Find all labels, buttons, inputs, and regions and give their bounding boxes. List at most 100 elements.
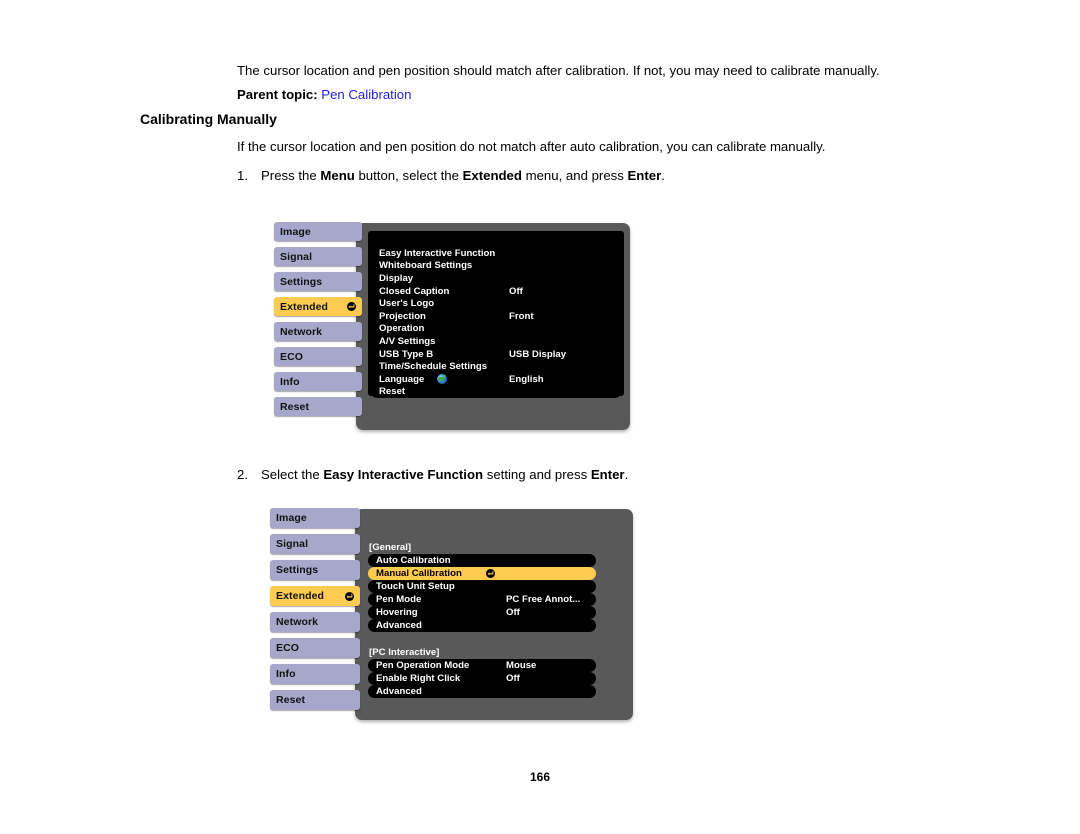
osd-row-whiteboard-settings[interactable]: Whiteboard Settings <box>371 259 621 273</box>
step-2: 2. Select the Easy Interactive Function … <box>140 466 930 484</box>
parent-topic-link[interactable]: Pen Calibration <box>321 87 411 102</box>
osd-tab-settings-2[interactable]: Settings <box>270 560 360 580</box>
step-1: 1. Press the Menu button, select the Ext… <box>140 167 930 185</box>
osd-row-label: USB Type B <box>379 348 434 360</box>
osd-row-hovering[interactable]: Hovering Off <box>368 606 596 619</box>
osd-row-language[interactable]: Language English <box>371 372 621 387</box>
osd-row-value: English <box>509 373 544 385</box>
osd-row-label: A/V Settings <box>379 335 436 347</box>
osd-row-label: Time/Schedule Settings <box>379 361 488 373</box>
osd-tab-label: Settings <box>280 275 323 288</box>
section-intro: If the cursor location and pen position … <box>237 138 826 154</box>
page-title: Calibrating Manually <box>140 110 277 127</box>
osd-row-display[interactable]: Display <box>371 272 621 285</box>
osd-tab-settings-1[interactable]: Settings <box>274 272 362 291</box>
osd-tab-network-1[interactable]: Network <box>274 322 362 341</box>
osd-row-closed-caption[interactable]: Closed Caption Off <box>371 284 621 298</box>
osd-row-label: Touch Unit Setup <box>376 581 455 592</box>
osd-row-value: PC Free Annot... <box>506 594 581 605</box>
osd-row-advanced-pc[interactable]: Advanced <box>368 685 596 698</box>
osd-row-operation[interactable]: Operation <box>371 322 621 336</box>
osd-row-advanced-general[interactable]: Advanced <box>368 619 596 632</box>
enter-arrow-icon <box>345 590 354 602</box>
osd-row-list-1: Easy Interactive Function Whiteboard Set… <box>371 247 621 399</box>
osd-group-general: [General] Auto Calibration Manual Calibr… <box>366 541 596 632</box>
osd-row-touch-unit-setup[interactable]: Touch Unit Setup <box>368 580 596 593</box>
osd-tab-list-1: Image Signal Settings Extended Network E… <box>274 222 362 422</box>
parent-topic: Parent topic: Pen Calibration <box>140 86 930 104</box>
osd-tab-label: Reset <box>280 400 310 413</box>
parent-topic-label: Parent topic: <box>237 86 318 102</box>
step-2-number: 2. <box>237 467 248 482</box>
document-body-2: 2. Select the Easy Interactive Function … <box>140 466 930 490</box>
osd-tab-label: Network <box>276 616 319 628</box>
osd-row-label: Projection <box>379 310 426 322</box>
osd-row-label: Operation <box>379 323 425 335</box>
osd-tab-label: Info <box>276 668 296 680</box>
osd-row-label: Auto Calibration <box>376 555 451 566</box>
osd-tab-extended-1[interactable]: Extended <box>274 297 362 316</box>
osd-row-pen-mode[interactable]: Pen Mode PC Free Annot... <box>368 593 596 606</box>
step-2-frag-4: . <box>624 467 629 482</box>
enter-arrow-icon <box>347 301 356 313</box>
osd-row-time-schedule-settings[interactable]: Time/Schedule Settings <box>371 360 621 373</box>
osd-row-manual-calibration[interactable]: Manual Calibration <box>368 567 596 580</box>
osd-tab-label: Signal <box>280 250 313 263</box>
osd-row-label: Whiteboard Settings <box>379 260 473 272</box>
osd-group-pc-interactive-label: [PC Interactive] <box>369 647 440 658</box>
osd-row-value: Front <box>509 310 534 322</box>
step-2-frag-2: setting and press <box>483 467 591 482</box>
osd-tab-label: ECO <box>276 642 300 654</box>
step-2-frag-3: Enter <box>590 467 625 482</box>
osd-row-value: Off <box>506 607 520 618</box>
osd-row-label: Hovering <box>376 607 418 618</box>
osd-tab-label: Network <box>280 325 323 338</box>
osd-row-users-logo[interactable]: User's Logo <box>371 297 621 310</box>
osd-row-label: User's Logo <box>379 298 435 310</box>
osd-tab-label: Settings <box>276 564 319 576</box>
osd-tab-reset-2[interactable]: Reset <box>270 690 360 710</box>
osd-tab-image-1[interactable]: Image <box>274 222 362 241</box>
step-1-number: 1. <box>237 168 248 183</box>
osd-tab-info-2[interactable]: Info <box>270 664 360 684</box>
step-2-frag-0: Select the <box>261 467 324 482</box>
osd-row-value: Off <box>506 673 520 684</box>
osd-tab-eco-2[interactable]: ECO <box>270 638 360 658</box>
osd-tab-label: Image <box>280 225 311 238</box>
osd-tab-signal-2[interactable]: Signal <box>270 534 360 554</box>
step-1-frag-1: Menu <box>320 168 355 183</box>
osd-tab-signal-1[interactable]: Signal <box>274 247 362 266</box>
osd-tab-label: Reset <box>276 694 306 706</box>
globe-icon <box>437 373 447 387</box>
osd-row-easy-interactive-function[interactable]: Easy Interactive Function <box>371 247 621 260</box>
osd-tab-info-1[interactable]: Info <box>274 372 362 391</box>
osd-row-av-settings[interactable]: A/V Settings <box>371 335 621 348</box>
enter-arrow-icon <box>486 568 495 579</box>
osd-row-value: Mouse <box>506 660 537 671</box>
osd-row-reset[interactable]: Reset <box>371 385 621 399</box>
osd-row-label: Pen Operation Mode <box>376 660 470 671</box>
osd-tab-reset-1[interactable]: Reset <box>274 397 362 416</box>
osd-tab-eco-1[interactable]: ECO <box>274 347 362 366</box>
osd-row-pen-operation-mode[interactable]: Pen Operation Mode Mouse <box>368 659 596 672</box>
osd-tab-label: Image <box>276 512 307 524</box>
step-1-frag-0: Press the <box>261 168 321 183</box>
osd-row-label: Easy Interactive Function <box>379 247 496 259</box>
osd-row-enable-right-click[interactable]: Enable Right Click Off <box>368 672 596 685</box>
osd-tab-network-2[interactable]: Network <box>270 612 360 632</box>
osd-tab-label: ECO <box>280 350 304 363</box>
osd-row-projection[interactable]: Projection Front <box>371 309 621 323</box>
osd-row-label: Reset <box>379 386 406 398</box>
osd-row-value: USB Display <box>509 348 567 360</box>
step-2-frag-1: Easy Interactive Function <box>323 467 484 482</box>
step-1-frag-5: Enter <box>627 168 662 183</box>
osd-tab-extended-2[interactable]: Extended <box>270 586 360 606</box>
osd-tab-image-2[interactable]: Image <box>270 508 360 528</box>
step-1-frag-3: Extended <box>462 168 522 183</box>
osd-row-usb-type-b[interactable]: USB Type B USB Display <box>371 347 621 361</box>
osd-menu-2: Image Signal Settings Extended Network E… <box>270 508 640 723</box>
osd-row-auto-calibration[interactable]: Auto Calibration <box>368 554 596 567</box>
osd-group-pc-interactive: [PC Interactive] Pen Operation Mode Mous… <box>366 646 596 698</box>
osd-row-label: Advanced <box>376 686 422 697</box>
osd-row-label: Display <box>379 272 414 284</box>
